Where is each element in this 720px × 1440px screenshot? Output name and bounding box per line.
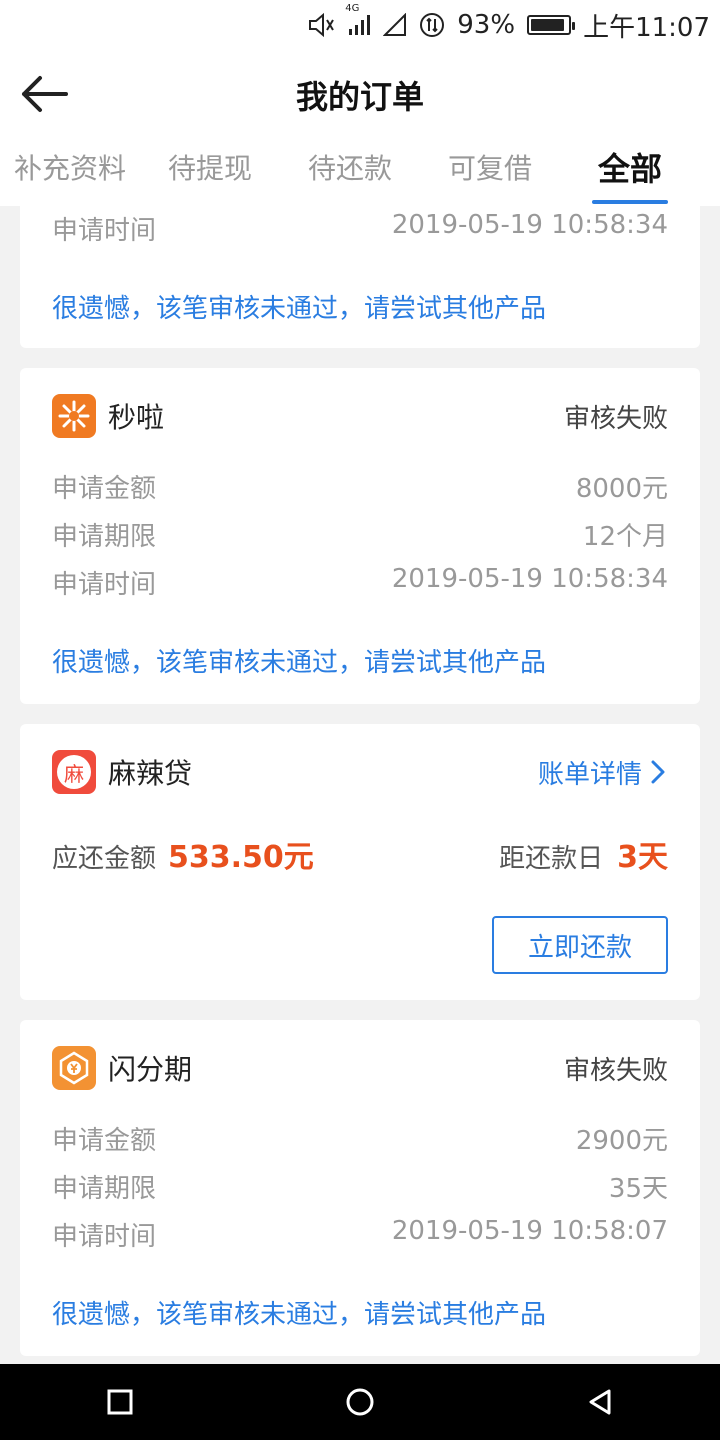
apply-time-value: 2019-05-19 10:58:07 bbox=[391, 1216, 668, 1246]
miaola-logo-icon bbox=[52, 394, 96, 438]
wifi-signal-icon bbox=[383, 13, 407, 37]
tab-supplement-info[interactable]: 补充资料 bbox=[0, 138, 140, 206]
rejection-message: 很遗憾，该笔审核未通过，请尝试其他产品 bbox=[52, 648, 547, 678]
apply-time-label: 申请时间 bbox=[52, 570, 157, 600]
battery-percent: 93% bbox=[457, 10, 516, 40]
apply-term-label: 申请期限 bbox=[52, 1174, 157, 1204]
order-list[interactable]: 申请时间 2019-05-19 10:58:34 很遗憾，该笔审核未通过，请尝试… bbox=[0, 206, 720, 1364]
bill-detail-label: 账单详情 bbox=[537, 759, 642, 790]
order-card-shanfenqi: 闪分期 审核失败 申请金额 2900元 申请期限 35天 申请时间 2019-0… bbox=[20, 1020, 700, 1356]
tab-pending-repay[interactable]: 待还款 bbox=[280, 138, 420, 206]
tab-reborrow[interactable]: 可复借 bbox=[420, 138, 560, 206]
apply-time-value: 2019-05-19 10:58:34 bbox=[391, 210, 668, 240]
status-badge: 审核失败 bbox=[563, 1055, 668, 1086]
apply-term-label: 申请期限 bbox=[52, 522, 157, 552]
bill-detail-link[interactable]: 账单详情 bbox=[538, 754, 668, 791]
status-bar: 4G 93% 上午11:07 bbox=[0, 0, 720, 50]
apply-amount-value: 8000元 bbox=[575, 474, 668, 504]
apply-term-value: 12个月 bbox=[582, 522, 668, 552]
network-type: 4G bbox=[345, 3, 360, 14]
rejection-message: 很遗憾，该笔审核未通过，请尝试其他产品 bbox=[52, 294, 547, 324]
apply-time-label: 申请时间 bbox=[52, 216, 157, 246]
data-transfer-icon bbox=[419, 12, 445, 38]
maladai-logo-char: 麻 bbox=[57, 755, 91, 789]
due-amount-label: 应还金额 bbox=[52, 844, 157, 874]
brand-name: 麻辣贷 bbox=[108, 757, 193, 790]
tab-pending-withdraw[interactable]: 待提现 bbox=[140, 138, 280, 206]
status-badge: 审核失败 bbox=[563, 403, 668, 434]
system-nav-bar bbox=[0, 1364, 720, 1440]
brand-name: 秒啦 bbox=[108, 401, 165, 434]
page-title: 我的订单 bbox=[295, 78, 424, 116]
days-to-due-label: 距还款日 bbox=[499, 844, 604, 874]
home-button[interactable] bbox=[320, 1372, 400, 1432]
apply-amount-value: 2900元 bbox=[575, 1126, 668, 1156]
square-icon bbox=[107, 1389, 133, 1415]
rejection-message: 很遗憾，该笔审核未通过，请尝试其他产品 bbox=[52, 1300, 547, 1330]
system-back-button[interactable] bbox=[560, 1372, 640, 1432]
apply-amount-label: 申请金额 bbox=[52, 1126, 157, 1156]
brand-name: 闪分期 bbox=[108, 1053, 193, 1086]
apply-time-label: 申请时间 bbox=[52, 1222, 157, 1252]
shanfenqi-logo-icon bbox=[52, 1046, 96, 1090]
order-card-maladai: 麻 麻辣贷 账单详情 应还金额 533.50元 距还款日 3天 立即还款 bbox=[20, 724, 700, 1000]
battery-icon bbox=[527, 15, 576, 35]
repay-now-button[interactable]: 立即还款 bbox=[492, 916, 668, 974]
recents-button[interactable] bbox=[80, 1372, 160, 1432]
order-tabs: 补充资料 待提现 待还款 可复借 全部 bbox=[0, 138, 720, 206]
order-card-partial: 申请时间 2019-05-19 10:58:34 很遗憾，该笔审核未通过，请尝试… bbox=[20, 206, 700, 348]
circle-icon bbox=[346, 1388, 374, 1416]
apply-amount-label: 申请金额 bbox=[52, 474, 157, 504]
maladai-logo-icon: 麻 bbox=[52, 750, 96, 794]
triangle-back-icon bbox=[589, 1389, 611, 1415]
clock: 上午11:07 bbox=[583, 12, 710, 43]
title-bar: 我的订单 bbox=[0, 50, 720, 138]
chevron-right-icon bbox=[651, 760, 665, 784]
days-to-due-value: 3天 bbox=[617, 840, 668, 875]
signal-icon: 4G bbox=[345, 3, 371, 37]
order-card-miaola: 秒啦 审核失败 申请金额 8000元 申请期限 12个月 申请时间 2019-0… bbox=[20, 368, 700, 704]
due-amount-value: 533.50元 bbox=[168, 840, 314, 875]
apply-term-value: 35天 bbox=[608, 1174, 668, 1204]
apply-time-value: 2019-05-19 10:58:34 bbox=[391, 564, 668, 594]
tab-all[interactable]: 全部 bbox=[560, 138, 700, 206]
mute-icon bbox=[307, 12, 335, 38]
